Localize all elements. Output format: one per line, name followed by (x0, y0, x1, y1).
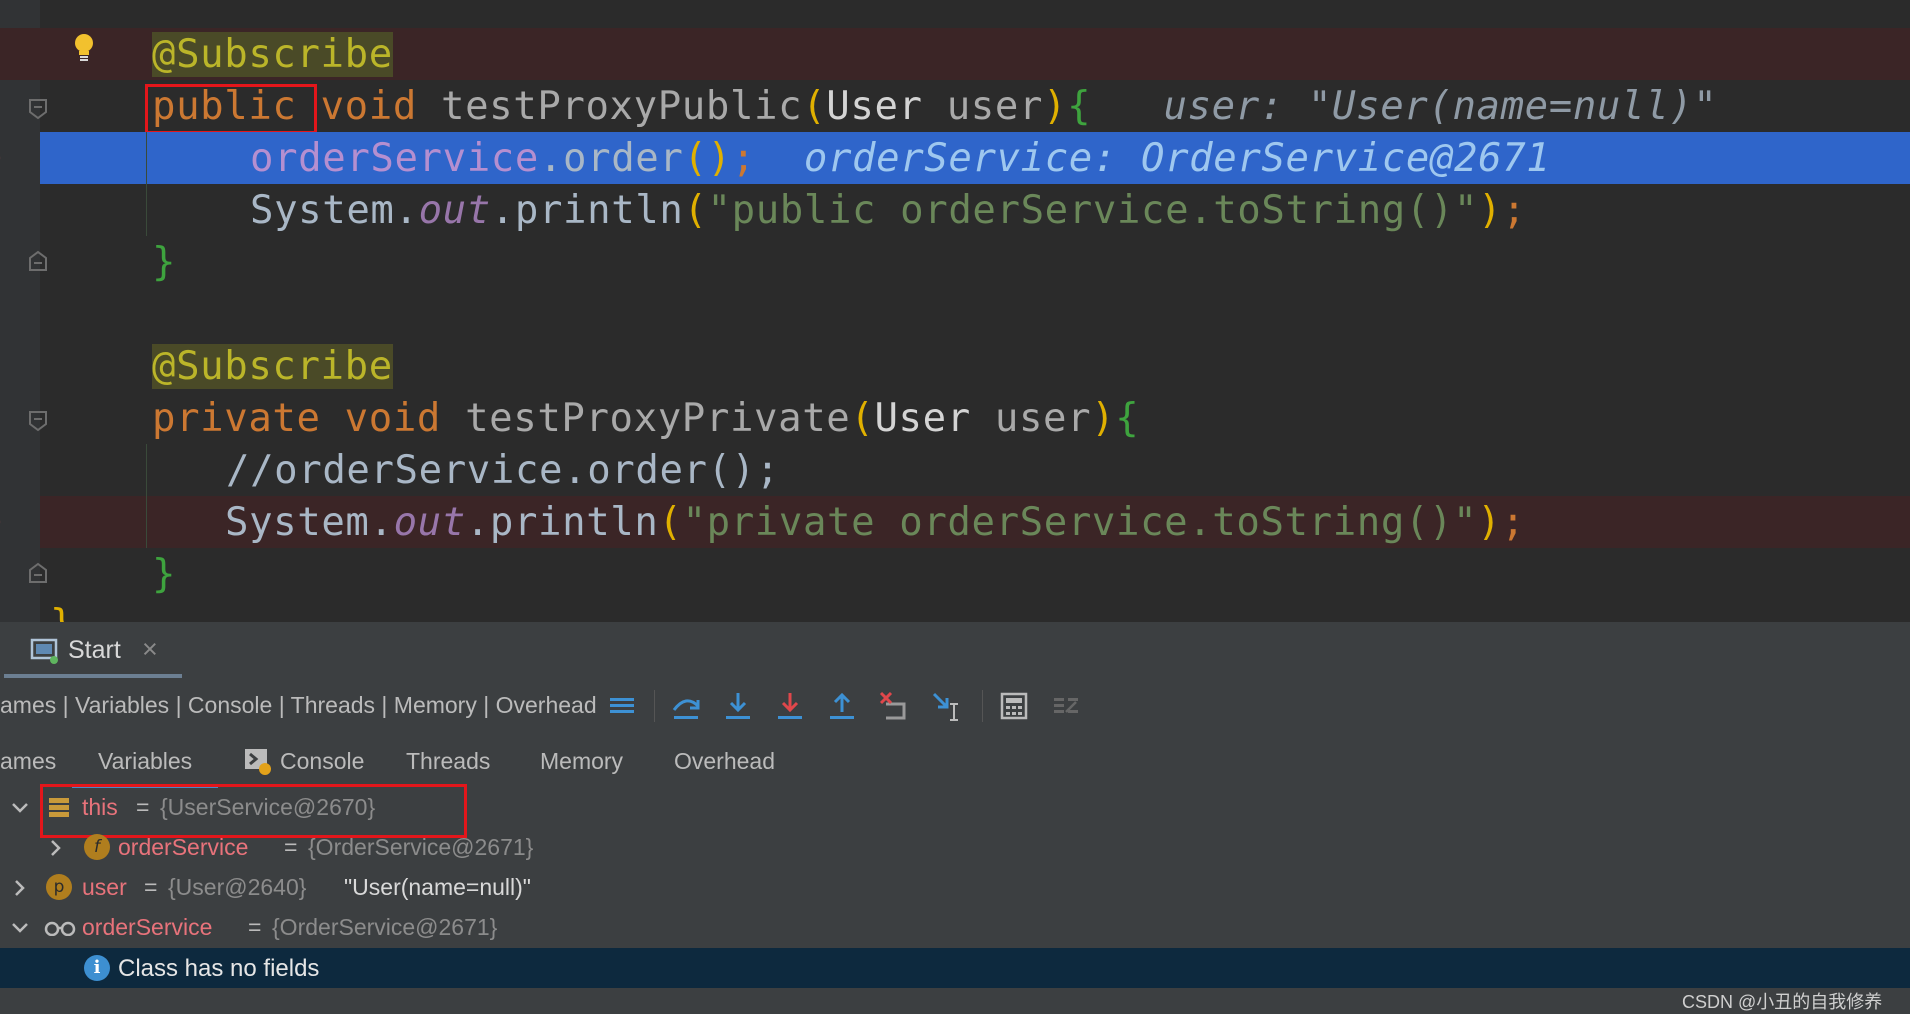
fold-marker-icon[interactable] (28, 562, 48, 584)
watermark: CSDN @小丑的自我修养 (1682, 992, 1883, 1012)
parameter-icon: p (46, 874, 72, 900)
edge-marker-icon (0, 42, 4, 66)
code-line-close-brace[interactable]: } (0, 548, 1910, 600)
trace-icon (1054, 698, 1078, 713)
param-type: User (874, 396, 971, 441)
comment-text: //orderService.order(); (226, 448, 780, 493)
drop-frame-button[interactable] (878, 690, 910, 722)
indent-guide (146, 444, 147, 548)
param-name: user (994, 396, 1092, 441)
variable-row-user[interactable]: p user = {User@2640} "User(name=null)" (0, 868, 1910, 908)
inline-value-hint: user: "User(name=null)" (1163, 84, 1718, 129)
run-config-icon (30, 638, 58, 664)
keyword-void: void (320, 84, 417, 129)
string-literal: "private orderService.toString()" (682, 500, 1478, 545)
info-icon: i (84, 955, 110, 981)
code-line-close-brace[interactable]: } (0, 236, 1910, 288)
step-over-icon (672, 699, 700, 719)
code-line-annotation[interactable]: @Subscribe (0, 340, 1910, 392)
step-out-icon (830, 692, 854, 719)
annotation-text: @Subscribe (152, 344, 393, 389)
toolbar-separator (982, 690, 983, 722)
fold-marker-icon[interactable] (28, 98, 48, 120)
force-step-into-icon (778, 693, 802, 719)
debug-tool-window: Start × ames | Variables | Console | Thr… (0, 622, 1910, 1014)
console-icon (245, 749, 271, 775)
step-out-button[interactable] (826, 690, 858, 722)
code-line-class-close-brace[interactable]: } (0, 598, 1910, 622)
evaluate-expression-button[interactable] (998, 690, 1030, 722)
tab-memory[interactable]: Memory (540, 748, 623, 775)
variables-tree[interactable]: this = {UserService@2670} f orderService… (0, 784, 1910, 1014)
code-line-println-private[interactable]: System.out.println("private orderService… (40, 496, 1910, 548)
chevron-down-icon[interactable] (10, 798, 30, 818)
code-line-println-public[interactable]: System.out.println("public orderService.… (0, 184, 1910, 236)
code-editor[interactable]: @Subscribe public void testProxyPublic(U… (0, 0, 1910, 622)
chevron-right-icon[interactable] (46, 838, 66, 858)
close-icon[interactable]: × (142, 634, 158, 665)
run-tab-label: Start (68, 636, 121, 664)
layout-options-label[interactable]: ames | Variables | Console | Threads | M… (0, 692, 597, 719)
field-orderService: orderService (250, 136, 539, 181)
code-line-private-method[interactable]: private void testProxyPrivate(User user)… (0, 392, 1910, 444)
tab-overhead[interactable]: Overhead (674, 748, 775, 775)
field-icon: f (84, 834, 110, 860)
tab-console[interactable]: Console (280, 748, 364, 775)
run-to-cursor-icon (932, 692, 958, 721)
variable-row-orderService-watch[interactable]: orderService = {OrderService@2671} (0, 908, 1910, 948)
code-line-execution-point[interactable]: orderService.order(); orderService: Orde… (40, 132, 1910, 184)
keyword-void: void (344, 396, 441, 441)
param-type: User (826, 84, 923, 129)
method-name: testProxyPublic (441, 84, 803, 129)
calculator-icon (1000, 692, 1028, 720)
param-name: user (946, 84, 1044, 129)
lightbulb-icon[interactable] (72, 32, 96, 64)
watch-glasses-icon (44, 921, 76, 936)
run-tab-bar: Start × (0, 622, 1910, 679)
step-into-button[interactable] (722, 690, 754, 722)
method-name: testProxyPrivate (465, 396, 851, 441)
run-to-cursor-button[interactable] (930, 690, 962, 722)
tab-frames[interactable]: ames (0, 748, 56, 775)
list-lines-icon (610, 698, 634, 713)
fold-marker-icon[interactable] (28, 250, 48, 272)
step-over-button[interactable] (670, 690, 702, 722)
chevron-right-icon[interactable] (10, 878, 30, 898)
annotation-text: @Subscribe (152, 32, 393, 77)
keyword-private: private (152, 396, 321, 441)
breakpoint-icon[interactable] (0, 507, 6, 537)
code-line-comment[interactable]: //orderService.order(); (0, 444, 1910, 496)
debugger-toolbar: ames | Variables | Console | Threads | M… (0, 678, 1910, 735)
tab-variables[interactable]: Variables (98, 748, 192, 775)
toolbar-separator (654, 690, 655, 722)
show-execution-point-button[interactable] (606, 690, 638, 722)
debugger-sub-tabs: ames Variables Console Threads Memory Ov… (0, 734, 1910, 789)
highlight-box-public (145, 84, 317, 134)
chevron-down-icon[interactable] (10, 918, 30, 938)
step-into-icon (726, 693, 750, 719)
inline-value-hint: orderService: OrderService@2671 (803, 136, 1551, 181)
fold-marker-icon[interactable] (28, 410, 48, 432)
indent-guide (146, 132, 147, 236)
trace-stream-button[interactable] (1050, 690, 1082, 722)
string-literal: "public orderService.toString()" (707, 188, 1479, 233)
code-line-annotation[interactable]: @Subscribe (0, 28, 1910, 80)
variable-row-orderService-field[interactable]: f orderService = {OrderService@2671} (0, 828, 1910, 868)
run-tab-start[interactable]: Start × (0, 622, 182, 678)
drop-frame-icon (879, 691, 906, 720)
info-row-no-fields[interactable]: i Class has no fields (0, 948, 1910, 988)
breakpoint-icon[interactable] (0, 143, 6, 173)
force-step-into-button[interactable] (774, 690, 806, 722)
tab-threads[interactable]: Threads (406, 748, 490, 775)
